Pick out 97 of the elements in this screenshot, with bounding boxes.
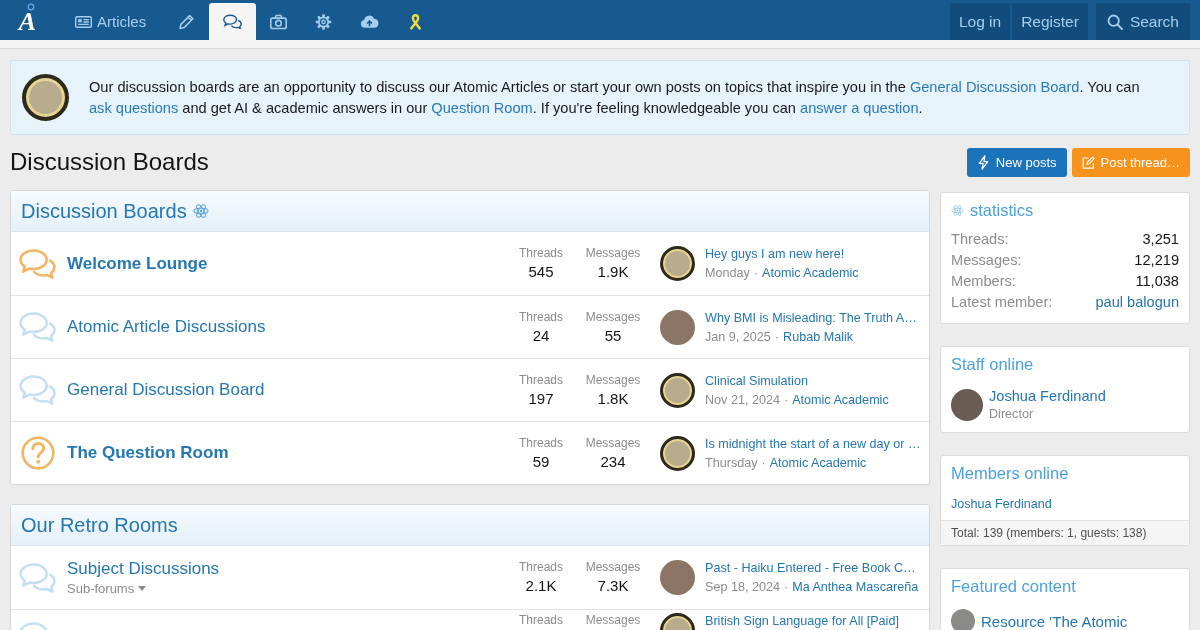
stat-label: Messages <box>585 435 641 450</box>
stat-label: Threads <box>519 435 563 450</box>
forum-title[interactable]: General Discussion Board <box>67 380 265 400</box>
camera-icon <box>270 13 288 30</box>
account-link[interactable]: Log in <box>949 3 1011 40</box>
author-link[interactable]: Ma Anthea Mascareña <box>792 579 919 595</box>
stat-label: Threads <box>519 246 563 260</box>
pencil-icon <box>178 13 196 30</box>
stat-value: 1.9K <box>597 263 629 281</box>
user-avatar[interactable] <box>951 388 983 421</box>
panel-title: statistics <box>970 200 1034 220</box>
forum-title[interactable]: Welcome Lounge <box>67 253 208 274</box>
chat-bubbles-icon <box>223 14 243 29</box>
user-avatar[interactable] <box>660 372 695 408</box>
site-logo[interactable]: A <box>14 0 41 40</box>
stat-value: 11,038 <box>1135 272 1179 291</box>
member-link[interactable]: Joshua Ferdinand <box>951 497 1052 511</box>
sub-forums-menu[interactable]: Sub-forums <box>67 581 147 596</box>
post-date: Nov 21, 2024 <box>705 391 780 408</box>
notice-link[interactable]: answer a question <box>800 99 919 116</box>
meta-separator: · <box>761 454 766 471</box>
account-link[interactable]: Register <box>1012 3 1088 40</box>
atom-icon <box>951 203 964 217</box>
nav-tab[interactable] <box>209 3 257 40</box>
edit-icon <box>1081 154 1095 170</box>
member-role: Director <box>989 406 1035 422</box>
stat-label: Messages <box>585 246 641 260</box>
stat-value: 3,251 <box>1142 230 1179 249</box>
nav-tab[interactable]: Articles <box>70 3 158 40</box>
forum-title[interactable]: The Question Room <box>67 443 229 463</box>
meta-separator: · <box>783 579 789 595</box>
last-post-title[interactable]: Why BMI is Misleading: The Truth A… <box>705 309 917 326</box>
stat-label: Threads: <box>951 230 1009 249</box>
post-date: Sep 18, 2024 <box>705 579 780 595</box>
new-posts-button[interactable]: New posts <box>966 147 1067 177</box>
stat-label: Messages: <box>951 251 1022 270</box>
page-title: Discussion Boards <box>10 148 209 176</box>
author-link[interactable]: Atomic Academic <box>769 454 867 471</box>
notice-text: Our discussion boards are an opportunity to discuss our Atomic Articles or start your own posts on topics that inspire you in the General Discussion Board. You can ask questions and get AI & academic answers in our Question Room. If you're feeling knowledgeable you can answer a question. <box>89 77 1141 118</box>
notice-link[interactable]: ask questions <box>89 99 179 116</box>
caret-icon <box>138 586 147 591</box>
newspaper-icon <box>75 13 92 30</box>
stat-value: 7.3K <box>597 577 629 595</box>
search-icon <box>1106 13 1123 30</box>
member-link[interactable]: paul balogun <box>1095 292 1179 313</box>
author-link[interactable]: Atomic Academic <box>792 391 889 408</box>
site-avatar <box>22 74 69 121</box>
user-avatar[interactable] <box>660 435 695 471</box>
stat-label: Members: <box>951 272 1016 291</box>
stat-label: Messages <box>585 309 641 324</box>
featured-link[interactable]: Resource 'The Atomic <box>981 612 1128 630</box>
stat-value: 12,219 <box>1134 251 1179 270</box>
stat-label: Threads <box>519 560 563 574</box>
last-post-title[interactable]: Is midnight the start of a new day or … <box>705 435 921 452</box>
category-title[interactable]: Discussion Boards <box>21 199 187 223</box>
notice-link[interactable]: Question Room <box>431 99 533 116</box>
stat-label: Threads <box>519 613 563 627</box>
panel-title: Members online <box>951 463 1069 483</box>
member-link[interactable]: Joshua Ferdinand <box>989 387 1106 406</box>
panel-title: Featured content <box>951 576 1076 596</box>
post-date: Jan 9, 2025 <box>705 328 771 345</box>
stat-value: 55 <box>604 326 622 345</box>
meta-separator: · <box>774 328 780 345</box>
search-button[interactable]: Search <box>1095 3 1190 40</box>
post-date: Thursday <box>705 454 758 471</box>
stat-label: Messages <box>585 372 641 387</box>
forum-title[interactable]: Atomic Article Discussions <box>67 317 266 337</box>
meta-separator: · <box>753 265 758 281</box>
stat-value: 197 <box>528 389 554 408</box>
author-link[interactable]: Rubab Malik <box>783 328 854 345</box>
stat-label: Messages <box>585 613 641 627</box>
stat-value: 24 <box>532 326 550 345</box>
cloud-upload-icon <box>360 14 380 29</box>
category-title[interactable]: Our Retro Rooms <box>21 513 178 537</box>
notice-link[interactable]: General Discussion Board <box>909 78 1080 95</box>
panel-title: Staff online <box>951 354 1034 374</box>
stat-value: 2.1K <box>525 577 557 595</box>
stat-value: 545 <box>528 263 554 281</box>
user-avatar[interactable] <box>660 246 695 281</box>
stat-value: 59 <box>532 452 550 471</box>
last-post-title[interactable]: British Sign Language for All [Paid] <box>705 613 899 629</box>
stat-value: 1.8K <box>597 389 629 408</box>
settings-icon <box>315 13 333 30</box>
lightning-icon <box>976 154 990 170</box>
stat-label: Threads <box>519 309 563 324</box>
post-date: Monday <box>705 265 750 281</box>
stat-label: Threads <box>519 372 563 387</box>
stat-label: Messages <box>585 560 641 574</box>
last-post-title[interactable]: Hey guys I am new here! <box>705 246 859 262</box>
last-post-title[interactable]: Past - Haiku Entered - Free Book C… <box>705 560 919 576</box>
last-post-title[interactable]: Clinical Simulation <box>705 372 889 389</box>
stat-value: 234 <box>600 452 626 471</box>
stat-label: Latest member: <box>951 293 1053 312</box>
meta-separator: · <box>783 391 789 408</box>
online-total: Total: 139 (members: 1, guests: 138) <box>941 520 1189 545</box>
forum-title[interactable]: Subject Discussions <box>67 559 220 579</box>
author-link[interactable]: Atomic Academic <box>762 265 859 281</box>
